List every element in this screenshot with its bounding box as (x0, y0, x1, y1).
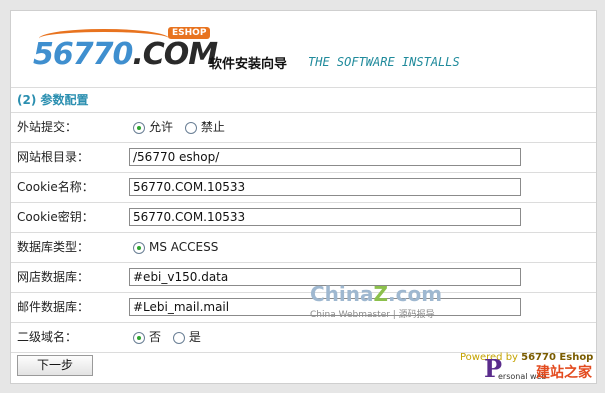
cookie-name-label: Cookie名称： (17, 180, 94, 194)
subdomain-yes-radio[interactable] (172, 331, 185, 344)
row-cookie-key: Cookie密钥： 56770.COM.10533 (11, 203, 596, 233)
external-submit-label: 外站提交： (17, 120, 78, 134)
title-en: THE SOFTWARE INSTALLS (308, 55, 460, 69)
logo-badge: ESHOP (168, 27, 211, 39)
external-submit-radio-group: 允许 禁止 (133, 113, 233, 142)
site-badge-cn: 建站之家 (536, 365, 592, 381)
subdomain-no-radio[interactable] (133, 331, 145, 344)
cookie-name-input[interactable]: 56770.COM.10533 (129, 178, 521, 196)
site-root-input[interactable]: /56770 eshop/ (129, 148, 521, 166)
db-type-radio-group: MS ACCESS (133, 233, 226, 262)
db-type-access-radio[interactable] (133, 241, 145, 254)
external-submit-deny-label[interactable]: 禁止 (201, 120, 225, 134)
external-submit-deny-radio[interactable] (184, 121, 197, 134)
external-submit-allow-radio[interactable] (133, 121, 145, 134)
logo-com: .COM (132, 37, 218, 72)
row-mail-db: 邮件数据库： #Lebi_mail.mail (11, 293, 596, 323)
row-db-type: 数据库类型： MS ACCESS (11, 233, 596, 263)
site-badge-logo: P ersonal web 建站之家 (484, 354, 600, 384)
header: 56770.COM ESHOP 软件安装向导 THE SOFTWARE INST… (11, 11, 596, 88)
subdomain-yes-label[interactable]: 是 (189, 330, 201, 344)
mail-db-label: 邮件数据库： (17, 300, 90, 314)
row-site-root: 网站根目录： /56770 eshop/ (11, 143, 596, 173)
row-external-submit: 外站提交： 允许 禁止 (11, 113, 596, 143)
mail-db-input[interactable]: #Lebi_mail.mail (129, 298, 521, 316)
site-root-label: 网站根目录： (17, 150, 90, 164)
logo: 56770.COM ESHOP (33, 27, 218, 77)
row-shop-db: 网店数据库： #ebi_v150.data (11, 263, 596, 293)
row-cookie-name: Cookie名称： 56770.COM.10533 (11, 173, 596, 203)
section-title: (2) 参数配置 (11, 88, 596, 113)
logo-number: 56770 (33, 37, 133, 72)
subdomain-no-label[interactable]: 否 (149, 330, 161, 344)
db-type-label: 数据库类型： (17, 240, 90, 254)
installer-panel: 56770.COM ESHOP 软件安装向导 THE SOFTWARE INST… (10, 10, 597, 384)
external-submit-allow-label[interactable]: 允许 (149, 120, 173, 134)
cookie-key-input[interactable]: 56770.COM.10533 (129, 208, 521, 226)
cookie-key-label: Cookie密钥： (17, 210, 94, 224)
next-button[interactable]: 下一步 (17, 355, 93, 376)
title-cn: 软件安装向导 (209, 57, 288, 72)
shop-db-input[interactable]: #ebi_v150.data (129, 268, 521, 286)
db-type-access-label[interactable]: MS ACCESS (149, 240, 218, 254)
shop-db-label: 网店数据库： (17, 270, 90, 284)
